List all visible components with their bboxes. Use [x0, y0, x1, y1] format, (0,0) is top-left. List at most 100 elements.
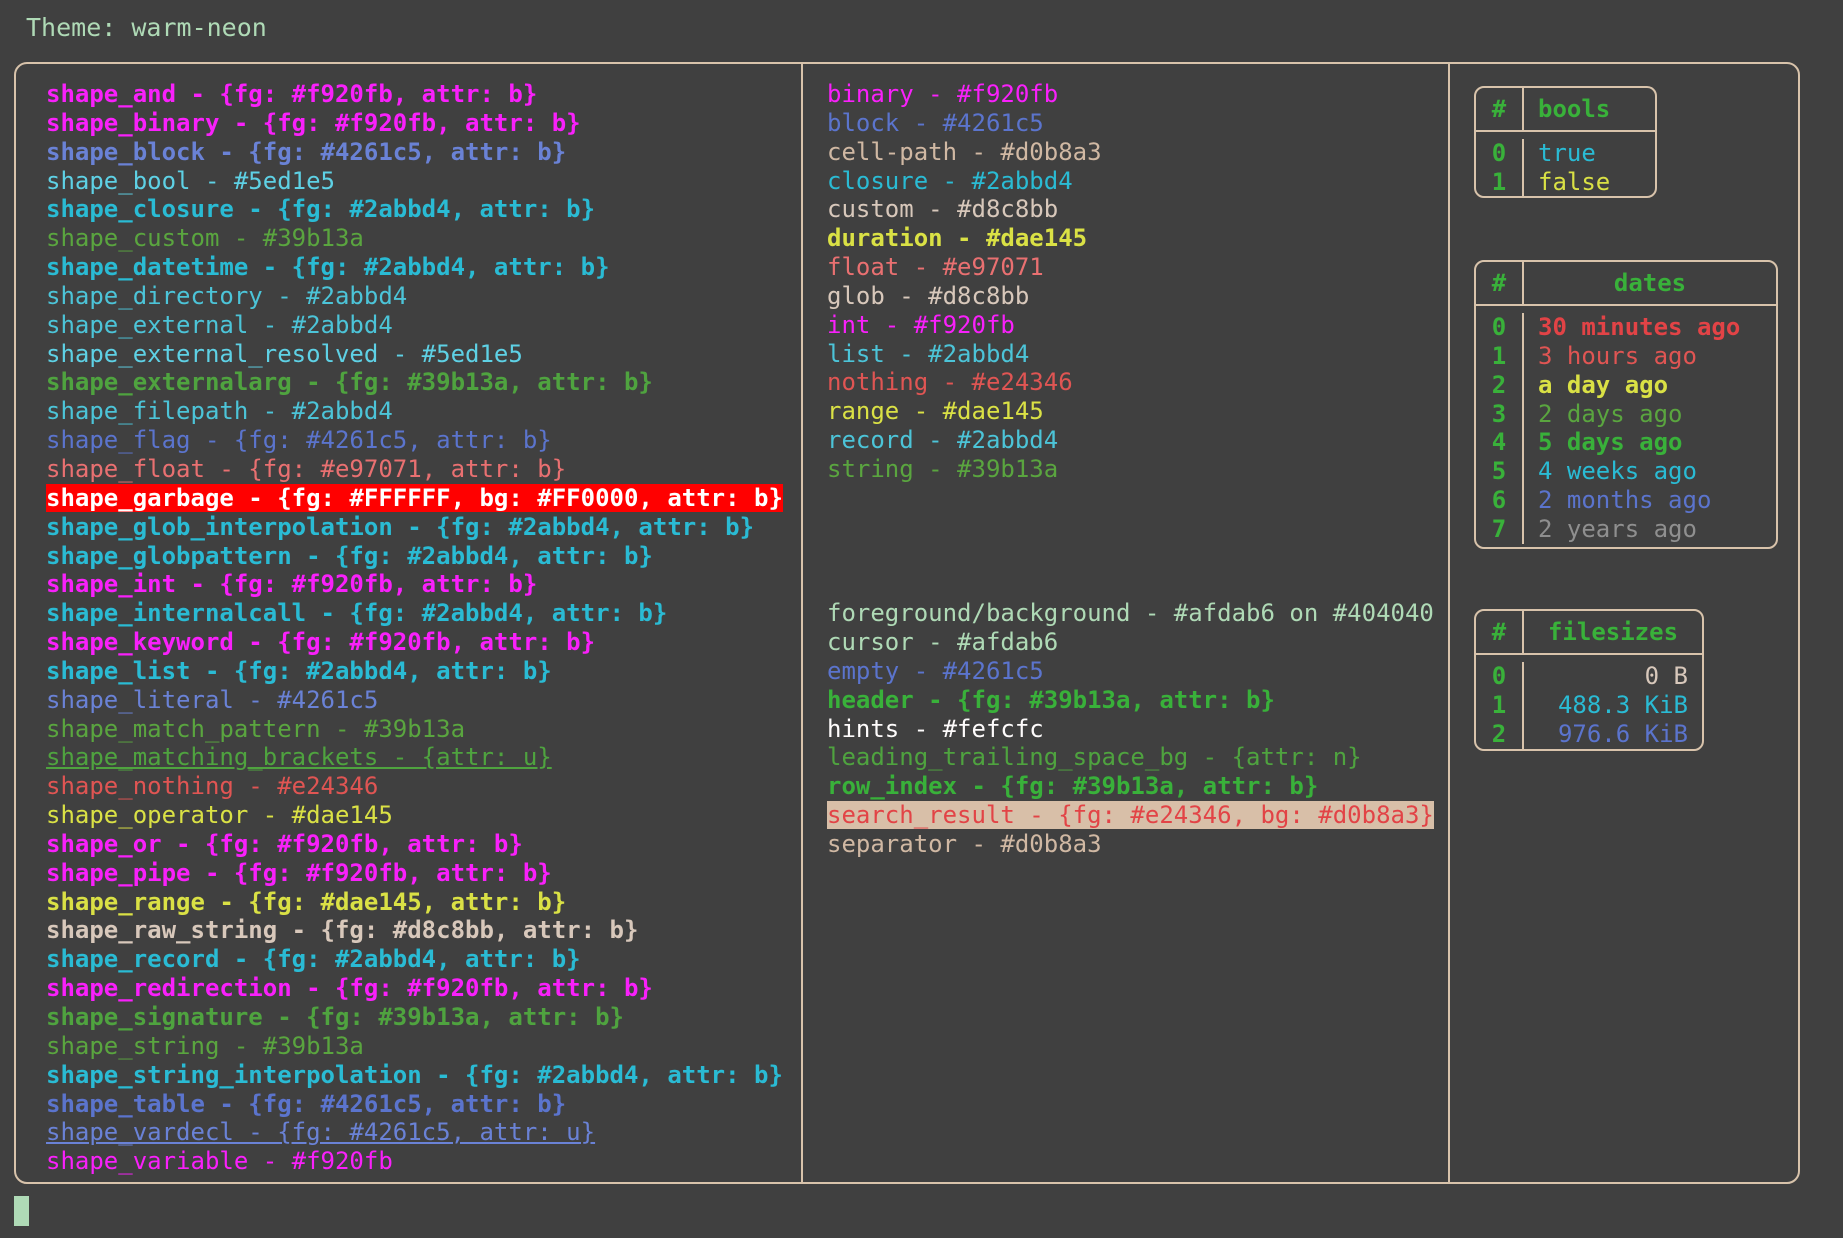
table-row: 0 true — [1476, 139, 1655, 168]
shape-entry: shape_block - {fg: #4261c5, attr: b} — [46, 137, 567, 166]
shape-entry: shape_or - {fg: #f920fb, attr: b} — [46, 829, 523, 858]
shape-entry: shape_internalcall - {fg: #2abbd4, attr:… — [46, 599, 668, 628]
shape-entry: shape_table - {fg: #4261c5, attr: b} — [46, 1089, 567, 1118]
shape-entry: shape_literal - #4261c5 — [46, 685, 379, 714]
row-value-cell: a day ago — [1538, 370, 1669, 399]
row-value-cell: 3 hours ago — [1538, 341, 1697, 370]
shape-entry: shape_list - {fg: #2abbd4, attr: b} — [46, 656, 552, 685]
shape-entry: shape_filepath - #2abbd4 — [46, 397, 393, 426]
table-dates-head: # dates — [1476, 262, 1776, 306]
row-index-cell: 1 — [1476, 341, 1524, 371]
highlighted-text: shape_garbage - {fg: #FFFFFF, bg: #FF000… — [46, 483, 783, 512]
shape-entry: shape_string - #39b13a — [46, 1031, 364, 1060]
type-entry: custom - #d8c8bb — [827, 195, 1059, 224]
table-row: 2 a day ago — [1476, 370, 1776, 400]
type-entry: glob - #d8c8bb — [827, 281, 1030, 310]
shape-entry: shape_glob_interpolation - {fg: #2abbd4,… — [46, 512, 755, 541]
row-index-cell: 7 — [1476, 514, 1524, 544]
type-entry: block - #4261c5 — [827, 108, 1044, 137]
column-header-value: filesizes — [1547, 617, 1679, 646]
row-value-cell: true — [1538, 139, 1596, 167]
row-index-cell: 2 — [1476, 719, 1524, 749]
ui-entry: hints - #fefcfc — [827, 714, 1044, 743]
shape-entry: shape_variable - #f920fb — [46, 1147, 393, 1176]
shapes-line-list: shape_and - {fg: #f920fb, attr: b} shape_… — [46, 80, 783, 1176]
column-header-index: # — [1476, 262, 1524, 304]
shape-entry: shape_garbage - {fg: #FFFFFF, bg: #FF000… — [46, 483, 783, 513]
column-header-value: bools — [1538, 94, 1611, 123]
type-entry: record - #2abbd4 — [827, 426, 1059, 455]
shape-entry: shape_closure - {fg: #2abbd4, attr: b} — [46, 195, 596, 224]
shape-entry: shape_globpattern - {fg: #2abbd4, attr: … — [46, 541, 653, 570]
row-index-cell: 0 — [1476, 662, 1524, 691]
row-value-cell: 4 weeks ago — [1538, 457, 1697, 486]
type-entry: duration - #dae145 — [827, 224, 1088, 253]
type-entry: float - #e97071 — [827, 253, 1044, 282]
ui-entry: leading_trailing_space_bg - {attr: n} — [827, 743, 1362, 772]
table-bools: # bools 0 true 1 false — [1474, 86, 1657, 198]
shape-entry: shape_datetime - {fg: #2abbd4, attr: b} — [46, 253, 610, 282]
table-row: 6 2 months ago — [1476, 486, 1776, 515]
shape-entry: shape_record - {fg: #2abbd4, attr: b} — [46, 945, 581, 974]
table-row: 3 2 days ago — [1476, 399, 1776, 429]
type-entry: nothing - #e24346 — [827, 368, 1073, 397]
table-bools-head: # bools — [1476, 88, 1655, 132]
terminal-screen: Theme: warm-neon shape_and - {fg: #f920f… — [0, 0, 1843, 1238]
type-entry: closure - #2abbd4 — [827, 166, 1073, 195]
row-index-cell: 2 — [1476, 370, 1524, 400]
table-row: 0 30 minutes ago — [1476, 313, 1776, 342]
type-entry: cell-path - #d0b8a3 — [827, 137, 1102, 166]
shape-entry: shape_signature - {fg: #39b13a, attr: b} — [46, 1003, 624, 1031]
type-entry: binary - #f920fb — [827, 80, 1059, 108]
row-index-cell: 0 — [1476, 313, 1524, 342]
table-row: 5 4 weeks ago — [1476, 457, 1776, 487]
table-row: 2 976.6 KiB — [1476, 719, 1702, 749]
row-index-cell: 4 — [1476, 428, 1524, 458]
column-header-index: # — [1476, 611, 1524, 653]
column-header-value: dates — [1613, 268, 1687, 297]
shape-entry: shape_external_resolved - #5ed1e5 — [46, 339, 523, 368]
shape-entry: shape_float - {fg: #e97071, attr: b} — [46, 454, 567, 483]
table-row: 1 false — [1476, 167, 1655, 197]
type-entry: list - #2abbd4 — [827, 339, 1030, 368]
shape-entry: shape_flag - {fg: #4261c5, attr: b} — [46, 426, 552, 455]
ui-entry: search_result - {fg: #e24346, bg: #d0b8a… — [827, 801, 1434, 830]
row-value-cell: 488.3 KiB — [1557, 690, 1688, 719]
row-value-cell: 2 days ago — [1538, 399, 1683, 428]
table-dates: # dates 0 30 minutes ago 1 3 hours ago 2 a da… — [1474, 260, 1778, 549]
column-separator-2 — [1448, 64, 1450, 1182]
shape-entry: shape_redirection - {fg: #f920fb, attr: … — [46, 974, 653, 1003]
shape-entry: shape_pipe - {fg: #f920fb, attr: b} — [46, 858, 552, 887]
column-separator-1 — [801, 64, 803, 1182]
table-row: 7 2 years ago — [1476, 514, 1776, 544]
row-index-cell: 1 — [1476, 167, 1524, 197]
row-index-cell: 5 — [1476, 457, 1524, 487]
table-filesizes-head: # filesizes — [1476, 611, 1702, 655]
shape-entry: shape_externalarg - {fg: #39b13a, attr: … — [46, 368, 653, 397]
row-value-cell: 0 B — [1644, 662, 1688, 690]
shape-entry: shape_match_pattern - #39b13a — [46, 714, 466, 743]
table-row: # bools — [1476, 88, 1655, 130]
row-index-cell: 6 — [1476, 486, 1524, 515]
shape-entry: shape_keyword - {fg: #f920fb, attr: b} — [46, 628, 596, 657]
table-row: 1 488.3 KiB — [1476, 690, 1702, 720]
ui-entry: empty - #4261c5 — [827, 656, 1044, 685]
type-entry: string - #39b13a — [827, 454, 1059, 483]
type-entry: int - #f920fb — [827, 310, 1015, 339]
table-row: 0 0 B — [1476, 662, 1702, 691]
table-row: # filesizes — [1476, 611, 1702, 653]
terminal-cursor — [14, 1196, 29, 1226]
highlighted-text: search_result - {fg: #e24346, bg: #d0b8a… — [827, 801, 1434, 830]
row-value-cell: false — [1538, 167, 1611, 196]
row-index-cell: 0 — [1476, 139, 1524, 168]
table-row: 4 5 days ago — [1476, 428, 1776, 458]
types-line-list: binary - #f920fb block - #4261c5 cell-path… — [827, 80, 1434, 859]
shape-entry: shape_and - {fg: #f920fb, attr: b} — [46, 80, 538, 108]
shape-entry: shape_matching_brackets - {attr: u} — [46, 743, 552, 772]
shape-entry: shape_string_interpolation - {fg: #2abbd… — [46, 1060, 783, 1089]
shape-entry: shape_directory - #2abbd4 — [46, 281, 408, 310]
shape-entry: shape_external - #2abbd4 — [46, 310, 393, 339]
